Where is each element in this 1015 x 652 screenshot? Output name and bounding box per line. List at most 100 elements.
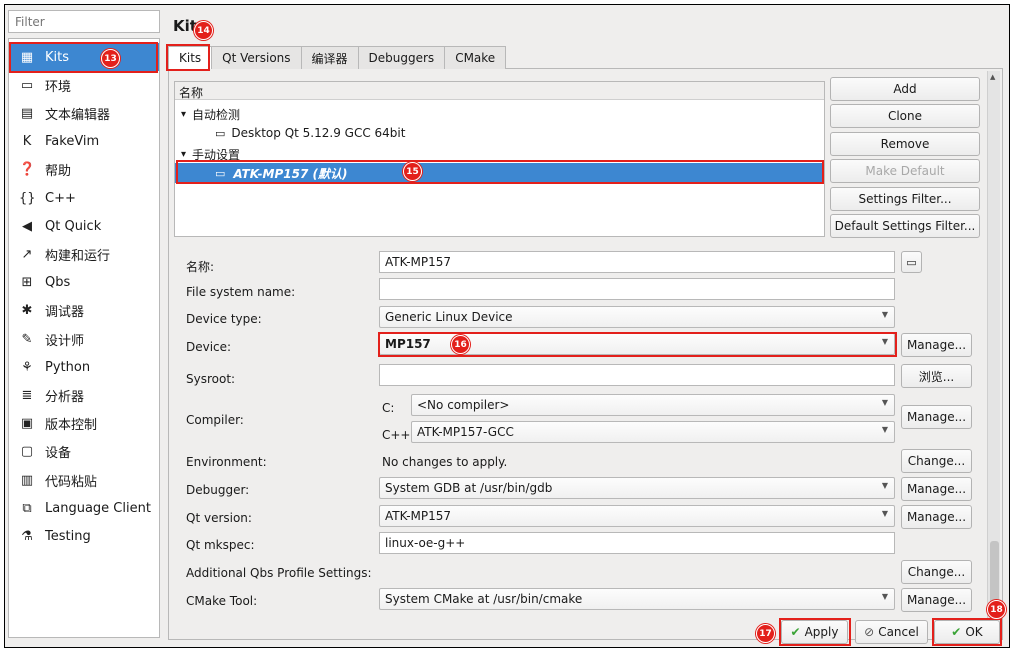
ok-button[interactable]: ✔ OK (934, 620, 1000, 644)
sidebar-item-label: 设计师 (45, 333, 85, 349)
debugger-combo[interactable]: System GDB at /usr/bin/gdb ▼ (379, 477, 895, 499)
sidebar-item-label: 调试器 (45, 305, 85, 321)
apply-button[interactable]: ✔ Apply (781, 620, 848, 644)
sidebar-item-[interactable]: ≣ 分析器 (9, 381, 159, 409)
cancel-label: Cancel (878, 625, 919, 639)
sidebar-item-python[interactable]: ⚘ Python (9, 353, 159, 381)
sidebar-item-label: 帮助 (45, 164, 72, 180)
fs-name-field[interactable] (379, 278, 895, 300)
qt-version-label: Qt version: (186, 511, 252, 525)
sidebar-item-[interactable]: ▭ 环境 (9, 71, 159, 99)
cancel-icon: ⊘ (864, 625, 875, 639)
name-label: 名称: (186, 260, 215, 274)
make-default-button[interactable]: Make Default (830, 159, 980, 183)
sidebar-item-testing[interactable]: ⚗ Testing (9, 522, 159, 550)
compiler-cpp-value: ATK-MP157-GCC (417, 425, 514, 439)
cmake-tool-combo[interactable]: System CMake at /usr/bin/cmake ▼ (379, 588, 895, 610)
compiler-cpp-combo[interactable]: ATK-MP157-GCC ▼ (411, 421, 895, 443)
kits-tree[interactable]: 名称 ▾ 自动检测 ▭ Desktop Qt 5.12.9 GCC 64bit … (174, 81, 825, 237)
device-label: Device: (186, 340, 232, 354)
clone-button[interactable]: Clone (830, 104, 980, 128)
sidebar-item-[interactable]: ✎ 设计师 (9, 325, 159, 353)
sidebar-item-c[interactable]: {} C++ (9, 184, 159, 212)
version-control-icon: ▣ (20, 416, 34, 432)
sidebar-item-label: Kits (45, 49, 70, 65)
badge-16: 16 (451, 335, 470, 354)
kit-label: ATK-MP157 (默认) (233, 166, 348, 181)
tree-group-manual[interactable]: ▾ 手动设置 (175, 144, 824, 164)
environment-change-button[interactable]: Change... (901, 449, 972, 473)
settings-filter-button[interactable]: Settings Filter... (830, 187, 980, 211)
cancel-button[interactable]: ⊘ Cancel (855, 620, 928, 644)
name-field[interactable]: ATK-MP157 (379, 251, 895, 273)
sidebar-item-[interactable]: ❓ 帮助 (9, 156, 159, 184)
qbs-icon: ⊞ (21, 275, 33, 291)
chevron-down-icon: ▼ (881, 481, 888, 490)
expand-icon[interactable]: ▾ (181, 149, 186, 160)
sidebar-item-[interactable]: ▥ 代码粘贴 (9, 466, 159, 494)
testing-icon: ⚗ (21, 528, 33, 544)
qbs-change-button[interactable]: Change... (901, 560, 972, 584)
python-icon: ⚘ (21, 359, 33, 375)
badge-18: 18 (987, 600, 1006, 619)
language-client-icon: ⧉ (22, 500, 32, 516)
debugger-label: Debugger: (186, 483, 250, 497)
monitor-icon: ▭ (215, 166, 226, 180)
help-icon: ❓ (19, 162, 36, 178)
compiler-c-value: <No compiler> (417, 398, 510, 412)
vertical-scrollbar[interactable]: ▲ (987, 71, 1000, 623)
tab-cmake[interactable]: CMake (444, 46, 507, 69)
sidebar-item-[interactable]: ▢ 设备 (9, 438, 159, 466)
tab-qt-versions[interactable]: Qt Versions (211, 46, 302, 69)
sidebar-item-label: 设备 (45, 446, 72, 462)
kit-label: Desktop Qt 5.12.9 GCC 64bit (231, 126, 406, 140)
badge-13: 13 (101, 49, 120, 68)
build-run-icon: ↗ (21, 246, 33, 262)
qt-mkspec-field[interactable]: linux-oe-g++ (379, 532, 895, 554)
tab-compilers[interactable]: 编译器 (300, 46, 359, 69)
sidebar-item-qbs[interactable]: ⊞ Qbs (9, 269, 159, 297)
tab-debuggers[interactable]: Debuggers (357, 46, 446, 69)
add-button[interactable]: Add (830, 77, 980, 101)
group-label: 自动检测 (192, 107, 241, 122)
default-settings-filter-button[interactable]: Default Settings Filter... (830, 214, 980, 238)
tab-kits[interactable]: Kits (168, 46, 213, 69)
device-manage-button[interactable]: Manage... (901, 333, 972, 357)
badge-17: 17 (756, 624, 775, 643)
sidebar-item-[interactable]: ▣ 版本控制 (9, 410, 159, 438)
debugger-manage-button[interactable]: Manage... (901, 477, 972, 501)
device-type-value: Generic Linux Device (385, 310, 513, 324)
tree-group-auto[interactable]: ▾ 自动检测 (175, 104, 824, 124)
sidebar-item-fakevim[interactable]: K FakeVim (9, 128, 159, 156)
kits-icon: ▦ (20, 49, 34, 65)
qtquick-icon: ◀ (22, 218, 32, 234)
device-icon-button[interactable]: ▭ (901, 251, 922, 273)
sidebar-item-label: 环境 (45, 79, 72, 95)
tree-kit-atk-mp157[interactable]: ▭ ATK-MP157 (默认) (175, 163, 824, 183)
chevron-down-icon: ▼ (881, 509, 888, 518)
device-type-combo[interactable]: Generic Linux Device ▼ (379, 306, 895, 328)
debugger-value: System GDB at /usr/bin/gdb (385, 481, 553, 495)
sidebar-item-[interactable]: ↗ 构建和运行 (9, 240, 159, 268)
scroll-up-icon[interactable]: ▲ (990, 73, 995, 81)
sidebar-item-kits[interactable]: ▦ Kits (9, 43, 159, 71)
sidebar-item-language-client[interactable]: ⧉ Language Client (9, 494, 159, 522)
remove-button[interactable]: Remove (830, 132, 980, 156)
monitor-icon: ▭ (215, 126, 226, 140)
sidebar-item-qt-quick[interactable]: ◀ Qt Quick (9, 212, 159, 240)
filter-input[interactable] (8, 10, 160, 33)
sidebar-item-[interactable]: ▤ 文本编辑器 (9, 99, 159, 127)
cmake-manage-button[interactable]: Manage... (901, 588, 972, 612)
tree-kit-desktop[interactable]: ▭ Desktop Qt 5.12.9 GCC 64bit (175, 123, 824, 143)
qt-version-manage-button[interactable]: Manage... (901, 505, 972, 529)
qt-version-combo[interactable]: ATK-MP157 ▼ (379, 505, 895, 527)
qt-version-value: ATK-MP157 (385, 509, 452, 523)
compiler-manage-button[interactable]: Manage... (901, 405, 972, 429)
expand-icon[interactable]: ▾ (181, 109, 186, 120)
sidebar-item-[interactable]: ✱ 调试器 (9, 297, 159, 325)
chevron-down-icon: ▼ (881, 425, 888, 434)
browse-button[interactable]: 浏览... (901, 364, 972, 388)
compiler-c-combo[interactable]: <No compiler> ▼ (411, 394, 895, 416)
sysroot-field[interactable] (379, 364, 895, 386)
badge-14: 14 (194, 21, 213, 40)
